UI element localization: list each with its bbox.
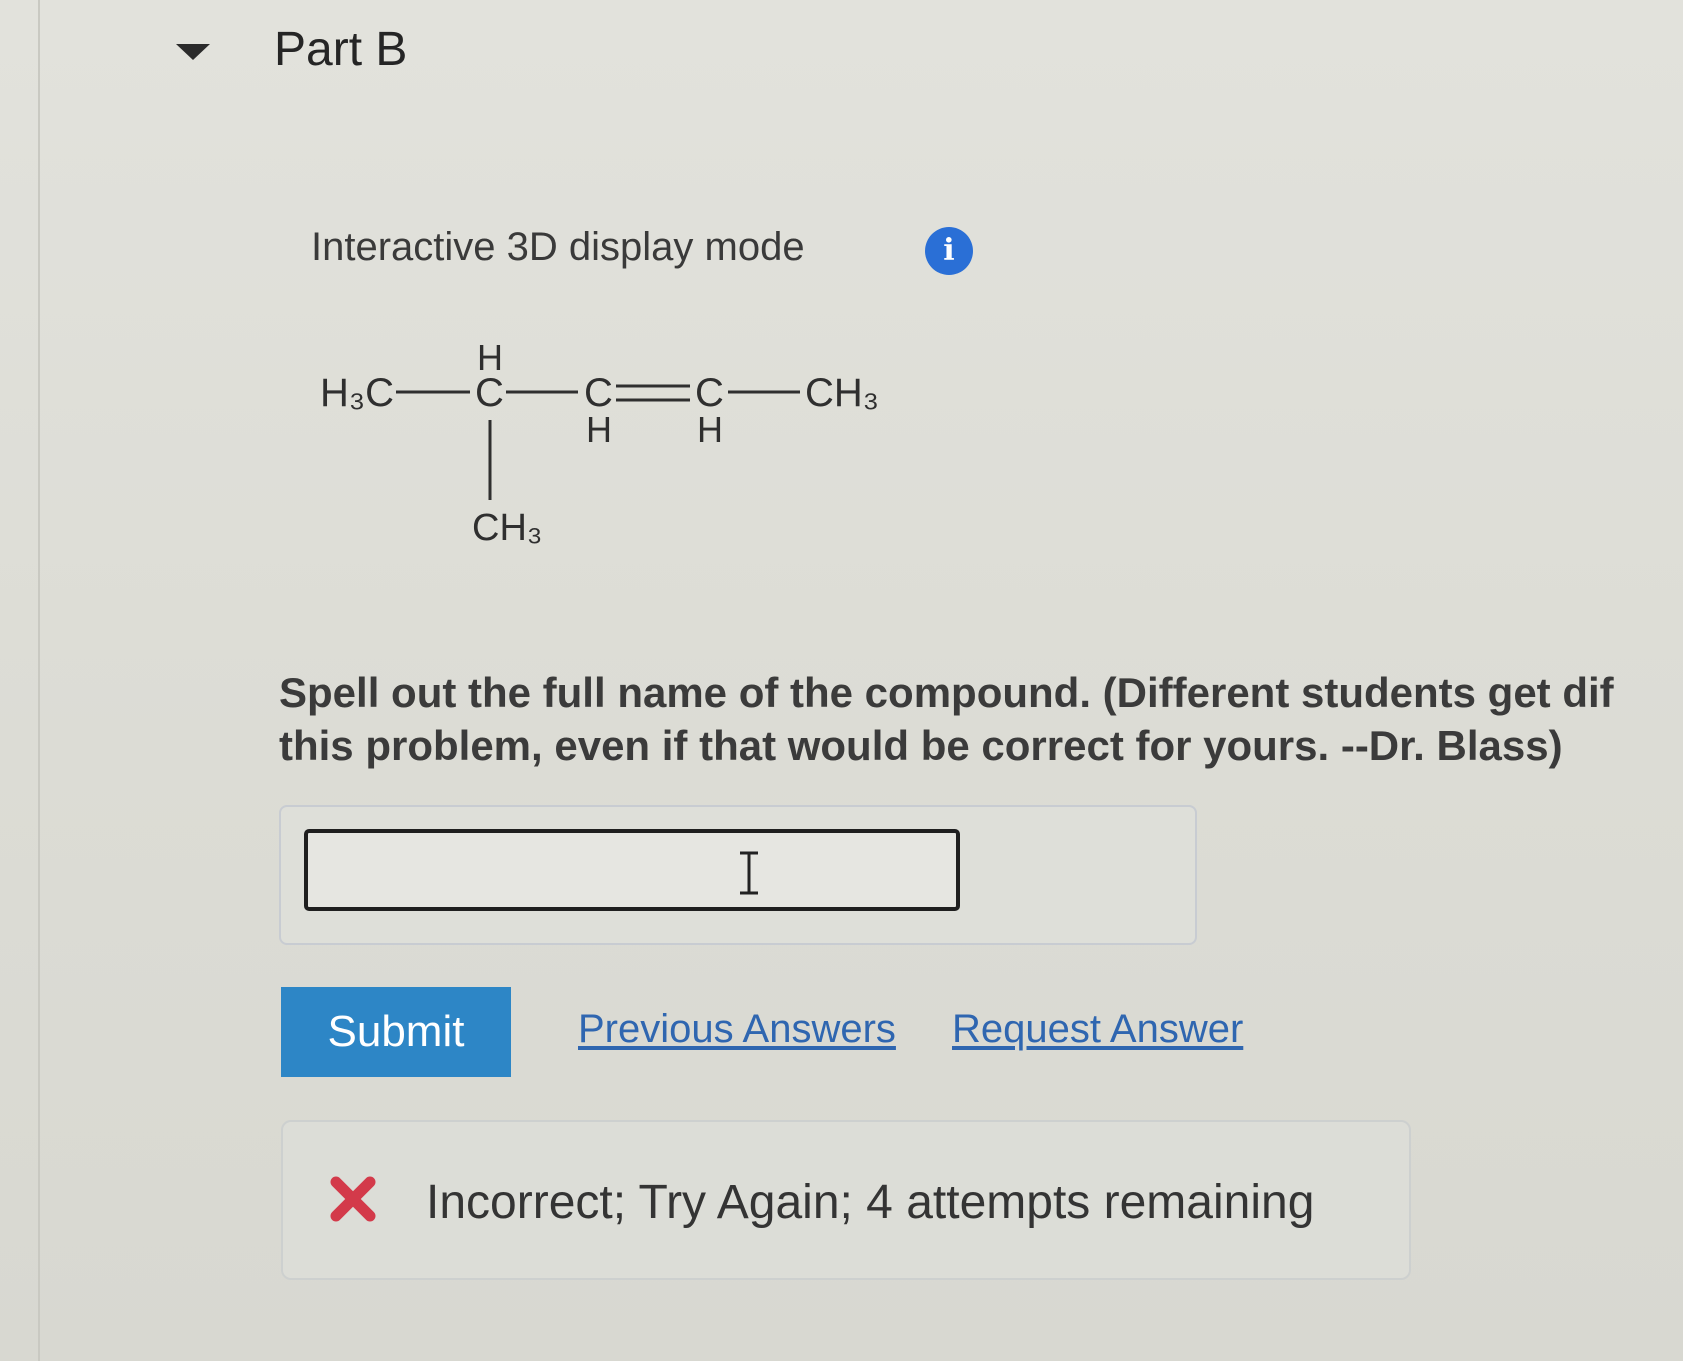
molecule-structure: H₃C H C CH₃ C H C H CH₃ xyxy=(320,340,879,549)
atom-c1: C xyxy=(475,371,504,415)
question-line-2: this problem, even if that would be corr… xyxy=(279,722,1563,769)
atom-h3c: H₃C xyxy=(320,371,394,415)
feedback-message: Incorrect; Try Again; 4 attempts remaini… xyxy=(426,1176,1315,1229)
atom-h-c2: H xyxy=(586,409,612,450)
left-divider xyxy=(38,0,40,1361)
text-cursor-icon xyxy=(740,851,758,895)
previous-answers-link[interactable]: Previous Answers xyxy=(578,1007,896,1052)
collapse-triangle-icon[interactable] xyxy=(176,44,210,60)
question-line-1: Spell out the full name of the compound.… xyxy=(279,669,1614,716)
question-text: Spell out the full name of the compound.… xyxy=(279,666,1683,772)
answer-input[interactable] xyxy=(304,829,960,911)
atom-ch3-right: CH₃ xyxy=(805,371,879,415)
display-mode-label: Interactive 3D display mode xyxy=(311,225,805,269)
part-title: Part B xyxy=(274,23,408,76)
atom-ch3-bottom: CH₃ xyxy=(472,507,542,549)
page: Part B Interactive 3D display mode i H₃C… xyxy=(0,0,1683,1361)
atom-h-c3: H xyxy=(697,409,723,450)
submit-button[interactable]: Submit xyxy=(281,987,511,1077)
request-answer-link[interactable]: Request Answer xyxy=(952,1007,1243,1052)
incorrect-x-icon xyxy=(330,1176,376,1222)
info-icon[interactable]: i xyxy=(925,227,973,275)
